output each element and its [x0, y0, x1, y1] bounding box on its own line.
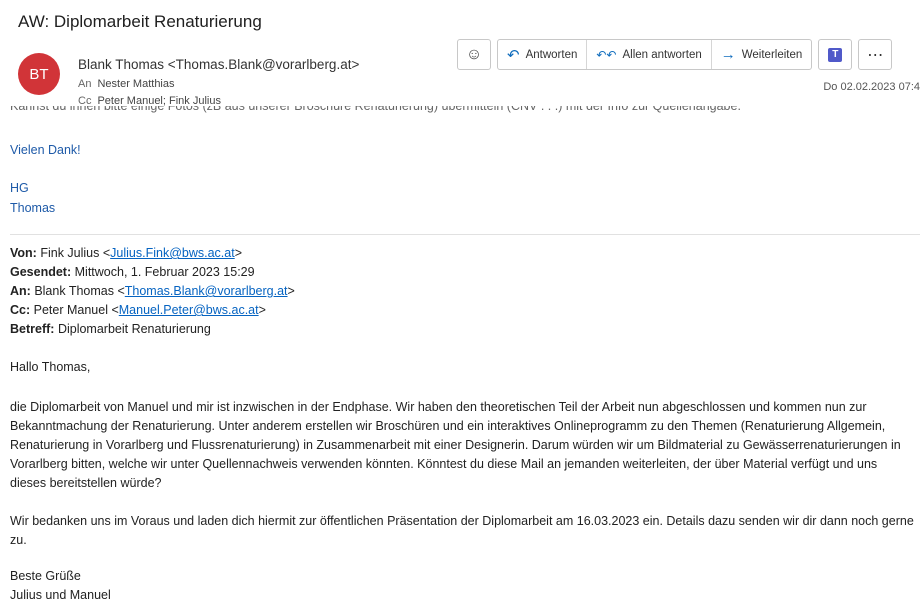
cc-close: > [258, 303, 266, 317]
quoted-subject: Betreff: Diplomarbeit Renaturierung [10, 322, 211, 336]
betreff-label: Betreff: [10, 322, 55, 336]
signature-name: Thomas [10, 201, 56, 215]
quoted-to: An: Blank Thomas <Thomas.Blank@vorarlber… [10, 284, 295, 298]
reply-button-group: ↶ Antworten ↶↶ Allen antworten → Weiterl… [497, 39, 813, 70]
sender-avatar[interactable]: BT [18, 53, 60, 95]
sent-label: Gesendet: [10, 265, 72, 279]
quote-divider [10, 234, 920, 235]
more-actions-button[interactable]: ⋯ [858, 39, 893, 70]
cc-email-link[interactable]: Manuel.Peter@bws.ac.at [119, 303, 259, 317]
smiley-icon: ☺ [465, 45, 483, 63]
reply-icon: ↶ [507, 46, 520, 64]
betreff-text: Diplomarbeit Renaturierung [57, 322, 211, 336]
forward-label: Weiterleiten [741, 48, 803, 61]
to-recipient[interactable]: Nester Matthias [97, 78, 174, 90]
closing: Beste Grüße [10, 569, 81, 583]
an-label: An: [10, 284, 31, 298]
from-name: Fink Julius < [40, 246, 111, 260]
reply-all-label: Allen antworten [622, 48, 702, 61]
reply-button[interactable]: ↶ Antworten [498, 40, 588, 69]
an-close: > [287, 284, 295, 298]
quoted-sent: Gesendet: Mittwoch, 1. Februar 2023 15:2… [10, 265, 255, 279]
thanks-paragraph: Wir bedanken uns im Voraus und laden dic… [10, 514, 914, 547]
sent-date: Mittwoch, 1. Februar 2023 15:29 [74, 265, 255, 279]
from-label: Von: [10, 246, 37, 260]
teams-button[interactable]: T [818, 39, 853, 70]
reply-all-button[interactable]: ↶↶ Allen antworten [587, 40, 712, 69]
to-line: An Nester Matthias [78, 78, 175, 90]
reply-all-icon: ↶↶ [596, 47, 617, 62]
email-subject: AW: Diplomarbeit Renaturierung [18, 12, 262, 31]
quoted-from: Von: Fink Julius <Julius.Fink@bws.ac.at> [10, 246, 242, 260]
message-toolbar: ☺ ↶ Antworten ↶↶ Allen antworten → Weite… [457, 39, 893, 70]
main-paragraph: die Diplomarbeit von Manuel und mir ist … [10, 400, 901, 490]
signature-hg: HG [10, 181, 29, 195]
quoted-cc-name: Peter Manuel < [33, 303, 119, 317]
greeting: Hallo Thomas, [10, 360, 91, 374]
from-close: > [234, 246, 243, 260]
emoji-reaction-button[interactable]: ☺ [457, 39, 491, 70]
to-email-link[interactable]: Thomas.Blank@vorarlberg.at [125, 284, 288, 298]
sender-name[interactable]: Blank Thomas <Thomas.Blank@vorarlberg.at… [78, 57, 363, 72]
to-label: An [78, 78, 92, 90]
reply-label: Antworten [525, 48, 578, 61]
quoted-cc: Cc: Peter Manuel <Manuel.Peter@bws.ac.at… [10, 303, 266, 317]
forward-button[interactable]: → Weiterleiten [712, 40, 812, 69]
teams-icon: T [828, 47, 843, 62]
thanks-line: Vielen Dank! [10, 143, 81, 157]
email-date: Do 02.02.2023 07:4 [823, 81, 920, 93]
an-name: Blank Thomas < [34, 284, 125, 298]
closing-names: Julius und Manuel [10, 588, 111, 602]
from-email-link[interactable]: Julius.Fink@bws.ac.at [110, 246, 235, 260]
quoted-cc-label: Cc: [10, 303, 31, 317]
forward-icon: → [720, 46, 736, 63]
partially-hidden-line: Kannst du ihnen bitte einige Fotos (zB a… [10, 106, 741, 113]
more-icon: ⋯ [867, 46, 884, 64]
